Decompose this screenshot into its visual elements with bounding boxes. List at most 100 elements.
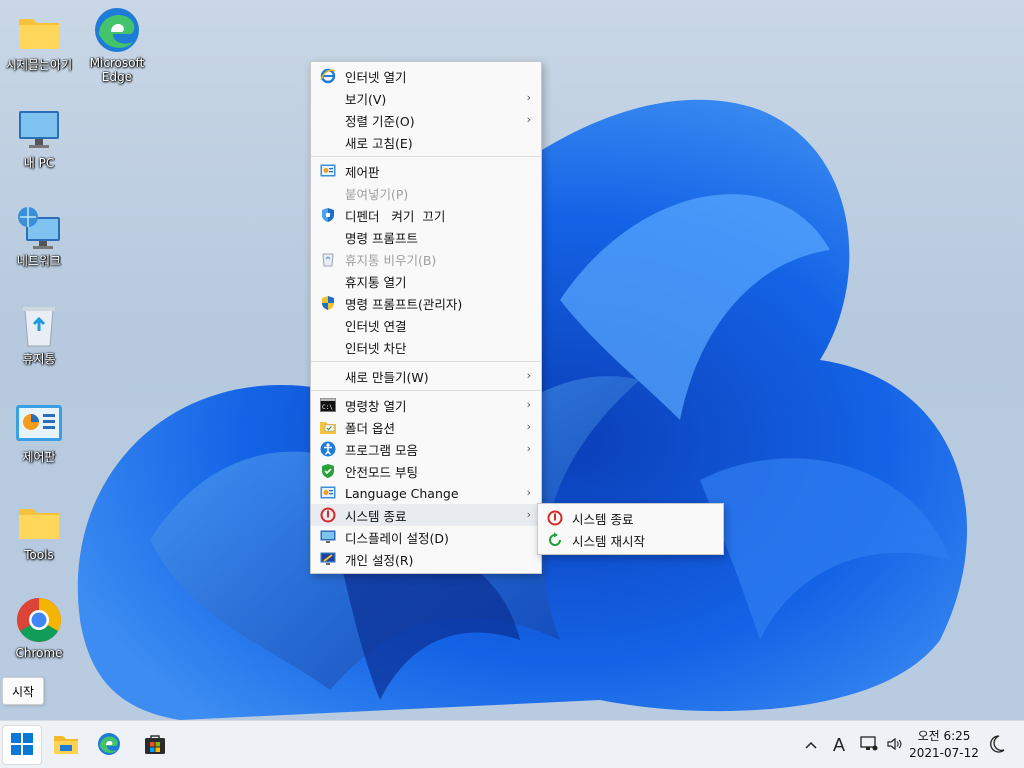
chevron-up-icon: [805, 738, 817, 752]
desktop-icon-this-pc[interactable]: 내 PC: [0, 106, 78, 170]
clock-time: 오전 6:25: [917, 729, 971, 743]
folder-icon: [15, 8, 63, 56]
submenu-item-shutdown[interactable]: 시스템 종료: [538, 507, 723, 529]
internet-explorer-icon: [320, 68, 336, 84]
desktop-icon-folder[interactable]: 시제믈는아기: [0, 8, 78, 72]
control-panel-icon: [15, 400, 63, 448]
personalize-icon: [320, 551, 336, 567]
desktop-icon-control-panel[interactable]: 제어판: [0, 400, 78, 464]
menu-item-safe-mode-boot[interactable]: 안전모드 부팅: [311, 460, 541, 482]
menu-item-label: 개인 설정(R): [345, 552, 414, 568]
desktop-icon-network[interactable]: 네트워크: [0, 204, 78, 268]
menu-item-defender-toggle[interactable]: 디펜더 켜기 끄기: [311, 204, 541, 226]
menu-item-program-collection[interactable]: 프로그램 모음 ›: [311, 438, 541, 460]
menu-item-refresh[interactable]: 새로 고침(E): [311, 131, 541, 153]
menu-item-paste[interactable]: 붙여넣기(P): [311, 182, 541, 204]
menu-item-label: 휴지통 열기: [345, 274, 407, 290]
desktop-icon-label: 시제믈는아기: [5, 58, 73, 72]
edge-button[interactable]: [89, 725, 129, 765]
menu-separator: [311, 361, 541, 362]
chevron-right-icon: ›: [526, 91, 531, 104]
submenu-item-restart[interactable]: 시스템 재시작: [538, 529, 723, 551]
folder-options-icon: [320, 419, 336, 435]
menu-item-label: 휴지통 비우기(B): [345, 252, 437, 268]
notifications-button[interactable]: [986, 721, 1008, 768]
menu-item-label: 명령 프롬프트(관리자): [345, 296, 463, 312]
menu-item-shutdown[interactable]: 시스템 종료 ›: [311, 504, 541, 526]
menu-item-new[interactable]: 새로 만들기(W) ›: [311, 365, 541, 387]
command-prompt-icon: C:\: [320, 397, 336, 413]
edge-icon: [93, 6, 141, 54]
menu-item-control-panel[interactable]: 제어판: [311, 160, 541, 182]
store-button[interactable]: [135, 725, 175, 765]
menu-item-view[interactable]: 보기(V) ›: [311, 87, 541, 109]
menu-item-personalize[interactable]: 개인 설정(R): [311, 548, 541, 570]
menu-item-command-prompt-admin[interactable]: 명령 프롬프트(관리자): [311, 292, 541, 314]
chevron-right-icon: ›: [526, 369, 531, 382]
start-button[interactable]: [2, 725, 42, 765]
taskbar: A 오전 6:25 2021-07-12: [0, 720, 1024, 768]
shutdown-submenu: 시스템 종료 시스템 재시작: [537, 503, 724, 555]
menu-item-label: 명령창 열기: [345, 398, 407, 414]
menu-item-label: 명령 프롬프트: [345, 230, 418, 246]
menu-item-empty-recycle-bin[interactable]: 휴지통 비우기(B): [311, 248, 541, 270]
ime-indicator[interactable]: A: [826, 721, 852, 768]
menu-item-label: 인터넷 차단: [345, 340, 407, 356]
monitor-icon: [15, 106, 63, 154]
file-explorer-icon: [53, 733, 79, 758]
safe-mode-shield-icon: [320, 463, 336, 479]
menu-item-open-command-window[interactable]: C:\ 명령창 열기 ›: [311, 394, 541, 416]
menu-item-internet-connect[interactable]: 인터넷 연결: [311, 314, 541, 336]
chevron-right-icon: ›: [526, 398, 531, 411]
desktop-icon-label: 휴지통: [22, 352, 56, 366]
show-hidden-icons-button[interactable]: [800, 721, 822, 768]
menu-item-label: 프로그램 모음: [345, 442, 418, 458]
desktop-icon-label: Microsoft Edge: [89, 56, 145, 84]
menu-item-language-change[interactable]: Language Change ›: [311, 482, 541, 504]
desktop-icon-chrome[interactable]: Chrome: [0, 596, 78, 660]
menu-item-folder-options[interactable]: 폴더 옵션 ›: [311, 416, 541, 438]
chevron-right-icon: ›: [526, 420, 531, 433]
menu-item-label: 새로 만들기(W): [345, 369, 429, 385]
menu-item-label: 새로 고침(E): [345, 135, 413, 151]
tooltip-text: 시작: [12, 684, 35, 699]
menu-item-label: 정렬 기준(O): [345, 113, 415, 129]
desktop-icon-tools-folder[interactable]: Tools: [0, 498, 78, 562]
menu-item-label: 시스템 재시작: [572, 533, 645, 549]
menu-separator: [311, 390, 541, 391]
restart-icon: [547, 532, 563, 548]
menu-item-label: Language Change: [345, 485, 459, 501]
store-icon: [144, 733, 166, 758]
file-explorer-button[interactable]: [46, 725, 86, 765]
menu-item-sort-by[interactable]: 정렬 기준(O) ›: [311, 109, 541, 131]
chrome-icon: [15, 596, 63, 644]
folder-icon: [15, 498, 63, 546]
menu-item-label: 시스템 종료: [572, 511, 634, 527]
desktop-icon-label: 네트워크: [16, 254, 62, 268]
volume-button[interactable]: [884, 721, 906, 768]
accessibility-icon: [320, 441, 336, 457]
menu-item-label: 시스템 종료: [345, 508, 407, 524]
recycle-bin-icon: [320, 251, 336, 267]
network-icon: [15, 204, 63, 252]
network-status-icon: [860, 735, 878, 755]
menu-item-open-recycle-bin[interactable]: 휴지통 열기: [311, 270, 541, 292]
control-panel-icon: [320, 485, 336, 501]
desktop-icon-label: Tools: [24, 548, 54, 562]
chevron-right-icon: ›: [526, 113, 531, 126]
menu-item-display-settings[interactable]: 디스플레이 설정(D): [311, 526, 541, 548]
desktop-icon-recycle-bin[interactable]: 휴지통: [0, 302, 78, 366]
menu-item-open-internet[interactable]: 인터넷 열기: [311, 65, 541, 87]
menu-item-label: 디스플레이 설정(D): [345, 530, 449, 546]
taskbar-clock[interactable]: 오전 6:25 2021-07-12: [904, 723, 984, 767]
menu-item-label: 인터넷 열기: [345, 69, 407, 85]
start-tooltip: 시작: [2, 677, 45, 705]
uac-shield-icon: [320, 295, 336, 311]
menu-item-command-prompt[interactable]: 명령 프롬프트: [311, 226, 541, 248]
network-status-button[interactable]: [858, 721, 880, 768]
ime-mode-text: A: [832, 734, 845, 755]
menu-item-label: 폴더 옵션: [345, 420, 395, 436]
menu-item-internet-block[interactable]: 인터넷 차단: [311, 336, 541, 358]
recycle-bin-icon: [15, 302, 63, 350]
desktop-icon-edge[interactable]: Microsoft Edge: [78, 6, 156, 84]
